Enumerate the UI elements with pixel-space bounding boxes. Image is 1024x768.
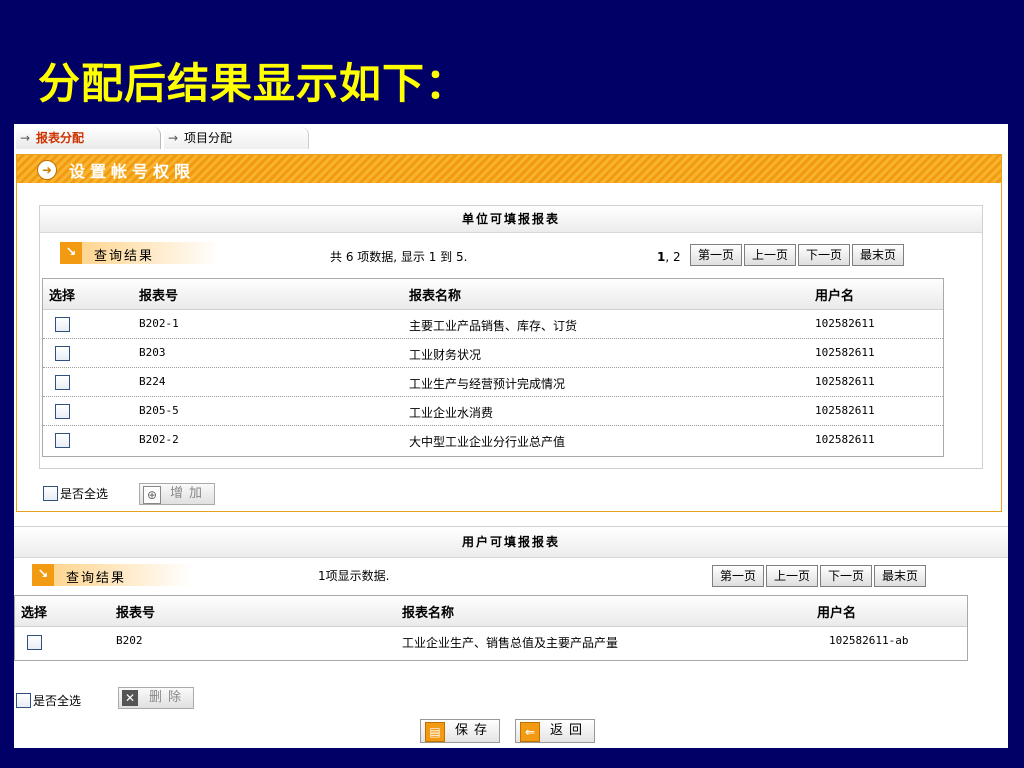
table-row: B224 工业生产与经营预计完成情况 102582611 — [43, 368, 943, 397]
table-row: B202 工业企业生产、销售总值及主要产品产量 102582611-ab — [15, 627, 967, 655]
back-arrow-icon: ⇐ — [520, 722, 540, 742]
back-button-label: 返回 — [550, 723, 589, 738]
first-page-button[interactable]: 第一页 — [690, 244, 743, 266]
unit-reports-panel: 单位可填报报表 ↘ 查询结果 共 6 项数据, 显示 1 到 5. 1, 2 第… — [39, 205, 983, 469]
col-user: 用户名 — [817, 606, 857, 621]
section-title: 设置帐号权限 — [69, 162, 196, 181]
user-name: 102582611 — [815, 346, 875, 359]
page-links: 1, 2 — [657, 250, 681, 264]
query-result-label: 查询结果 — [94, 249, 155, 264]
row-checkbox[interactable] — [55, 346, 70, 361]
select-all[interactable]: 是否全选 — [16, 692, 81, 709]
col-report-name: 报表名称 — [409, 289, 462, 304]
report-no: B202-1 — [139, 317, 179, 330]
table-header: 选择 报表号 报表名称 用户名 — [15, 596, 967, 627]
row-checkbox[interactable] — [55, 375, 70, 390]
table-header: 选择 报表号 报表名称 用户名 — [43, 279, 943, 310]
arrow-down-right-icon: ↘ — [60, 242, 82, 264]
last-page-button[interactable]: 最末页 — [874, 565, 927, 587]
table-row: B203 工业财务状况 102582611 — [43, 339, 943, 368]
report-name: 主要工业产品销售、库存、订货 — [409, 319, 578, 333]
result-count: 1项显示数据. — [318, 569, 390, 583]
add-doc-icon: ⊕ — [143, 486, 161, 504]
add-button[interactable]: ⊕ 增加 — [139, 483, 216, 505]
table-row: B205-5 工业企业水消费 102582611 — [43, 397, 943, 426]
unit-reports-table: 选择 报表号 报表名称 用户名 B202-1 主要工业产品销售、库存、订货 10… — [42, 278, 944, 457]
user-reports-table: 选择 报表号 报表名称 用户名 B202 工业企业生产、销售总值及主要产品产量 … — [14, 595, 968, 661]
result-count: 共 6 项数据, 显示 1 到 5. — [330, 250, 468, 264]
prev-page-button[interactable]: 上一页 — [766, 565, 819, 587]
tab-label: 报表分配 — [36, 131, 85, 145]
user-name: 102582611 — [815, 433, 875, 446]
row-checkbox[interactable] — [55, 404, 70, 419]
row-checkbox[interactable] — [27, 635, 42, 650]
add-button-label: 增加 — [170, 486, 209, 501]
query-result-label: 查询结果 — [66, 571, 127, 586]
panel-title: 单位可填报报表 — [40, 206, 982, 233]
user-name: 102582611 — [815, 404, 875, 417]
tab-project-assign[interactable]: → 项目分配 — [164, 127, 309, 149]
col-select: 选择 — [49, 289, 76, 304]
last-page-button[interactable]: 最末页 — [852, 244, 905, 266]
col-select: 选择 — [21, 606, 48, 621]
report-name: 工业生产与经营预计完成情况 — [409, 377, 566, 391]
first-page-button[interactable]: 第一页 — [712, 565, 765, 587]
account-permission-section: ➜ 设置帐号权限 单位可填报报表 ↘ 查询结果 共 6 项数据, 显示 1 到 … — [16, 154, 1002, 512]
report-no: B202-2 — [139, 433, 179, 446]
user-name: 102582611-ab — [829, 634, 909, 647]
col-report-no: 报表号 — [139, 289, 179, 304]
page-other[interactable]: , 2 — [665, 250, 680, 264]
section-title-bar: ➜ 设置帐号权限 — [17, 155, 1001, 183]
tab-label: 项目分配 — [184, 131, 233, 145]
save-disk-icon: ▤ — [425, 722, 445, 742]
select-all[interactable]: 是否全选 — [43, 485, 108, 502]
col-user: 用户名 — [815, 289, 855, 304]
save-button[interactable]: ▤ 保存 — [420, 719, 501, 743]
report-name: 工业财务状况 — [409, 348, 482, 362]
report-no: B203 — [139, 346, 166, 359]
user-name: 102582611 — [815, 317, 875, 330]
select-all-checkbox[interactable] — [16, 693, 31, 708]
prev-page-button[interactable]: 上一页 — [744, 244, 797, 266]
report-no: B224 — [139, 375, 166, 388]
arrow-right-icon: → — [20, 131, 31, 145]
report-name: 工业企业生产、销售总值及主要产品产量 — [402, 636, 619, 650]
arrow-circle-icon: ➜ — [37, 160, 57, 180]
row-checkbox[interactable] — [55, 317, 70, 332]
slide-title: 分配后结果显示如下： — [38, 59, 469, 108]
next-page-button[interactable]: 下一页 — [798, 244, 851, 266]
back-button[interactable]: ⇐ 返回 — [515, 719, 596, 743]
delete-button[interactable]: ✕ 删除 — [118, 687, 195, 709]
select-all-label: 是否全选 — [60, 487, 109, 501]
report-no: B202 — [116, 634, 143, 647]
report-name: 大中型工业企业分行业总产值 — [409, 435, 566, 449]
tab-bar: → 报表分配 → 项目分配 — [14, 124, 1008, 152]
close-icon: ✕ — [122, 690, 138, 706]
arrow-right-icon: → — [168, 131, 179, 145]
arrow-down-right-icon: ↘ — [32, 564, 54, 586]
tab-report-assign[interactable]: → 报表分配 — [16, 127, 161, 149]
select-all-checkbox[interactable] — [43, 486, 58, 501]
delete-button-label: 删除 — [149, 690, 188, 705]
user-reports-title: 用户可填报报表 — [14, 526, 1008, 558]
report-no: B205-5 — [139, 404, 179, 417]
table-row: B202-1 主要工业产品销售、库存、订货 102582611 — [43, 310, 943, 339]
report-name: 工业企业水消费 — [409, 406, 494, 420]
query-result-badge: ↘ 查询结果 — [60, 242, 220, 264]
pager: 第一页 上一页 下一页 最末页 — [688, 244, 905, 266]
app-screen: → 报表分配 → 项目分配 ➜ 设置帐号权限 单位可填报报表 ↘ 查询结果 共 … — [14, 124, 1008, 748]
col-report-no: 报表号 — [116, 606, 156, 621]
user-name: 102582611 — [815, 375, 875, 388]
table-row: B202-2 大中型工业企业分行业总产值 102582611 — [43, 426, 943, 454]
pager: 第一页 上一页 下一页 最末页 — [710, 565, 927, 587]
select-all-label: 是否全选 — [33, 694, 82, 708]
query-result-badge: ↘ 查询结果 — [32, 564, 192, 586]
save-button-label: 保存 — [455, 723, 494, 738]
next-page-button[interactable]: 下一页 — [820, 565, 873, 587]
col-report-name: 报表名称 — [402, 606, 455, 621]
row-checkbox[interactable] — [55, 433, 70, 448]
